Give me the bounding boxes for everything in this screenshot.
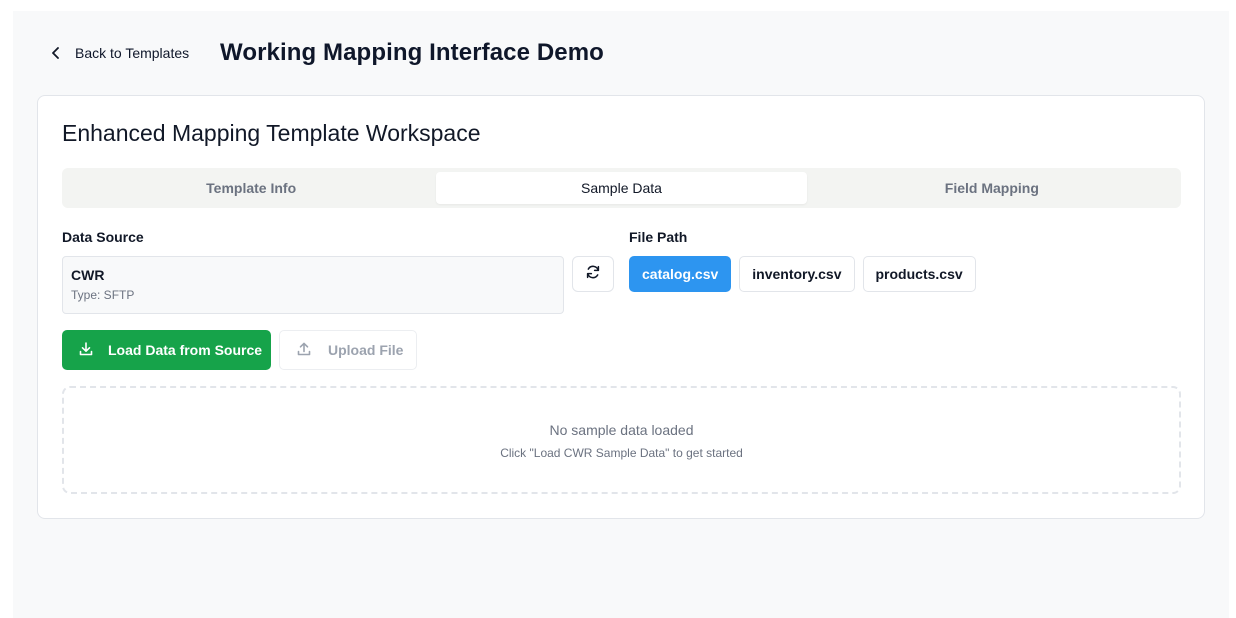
empty-state-hint: Click "Load CWR Sample Data" to get star…	[500, 446, 743, 460]
file-option-catalog[interactable]: catalog.csv	[629, 256, 732, 292]
data-source-label: Data Source	[62, 229, 144, 245]
chevron-left-icon	[49, 46, 63, 60]
data-source-name: CWR	[71, 267, 105, 283]
load-data-label: Load Data from Source	[108, 342, 263, 358]
tab-template-info[interactable]: Template Info	[66, 172, 436, 204]
download-icon	[78, 341, 94, 360]
file-option-products[interactable]: products.csv	[862, 256, 976, 292]
tab-bar: Template Info Sample Data Field Mapping	[62, 168, 1181, 208]
upload-icon	[296, 341, 312, 360]
workspace-title: Enhanced Mapping Template Workspace	[62, 120, 481, 146]
empty-state-title: No sample data loaded	[549, 422, 694, 438]
refresh-icon	[585, 264, 601, 285]
back-link-label: Back to Templates	[75, 45, 190, 61]
tab-sample-data[interactable]: Sample Data	[436, 172, 807, 204]
load-data-button[interactable]: Load Data from Source	[62, 330, 271, 370]
sample-data-empty-state: No sample data loaded Click "Load CWR Sa…	[62, 386, 1181, 494]
file-path-label: File Path	[629, 229, 688, 245]
upload-file-label: Upload File	[328, 342, 404, 358]
workspace-card: Enhanced Mapping Template Workspace Temp…	[37, 95, 1205, 519]
data-source-type: Type: SFTP	[71, 288, 135, 302]
data-source-select[interactable]: CWR Type: SFTP	[62, 256, 564, 314]
file-path-options: catalog.csv inventory.csv products.csv	[629, 256, 976, 292]
tab-field-mapping[interactable]: Field Mapping	[807, 172, 1177, 204]
file-option-inventory[interactable]: inventory.csv	[739, 256, 855, 292]
upload-file-button[interactable]: Upload File	[279, 330, 417, 370]
page-title: Working Mapping Interface Demo	[220, 39, 604, 66]
app-frame: Back to Templates Working Mapping Interf…	[13, 11, 1229, 618]
refresh-button[interactable]	[572, 256, 614, 292]
back-to-templates-link[interactable]: Back to Templates	[49, 41, 189, 65]
header: Back to Templates Working Mapping Interf…	[13, 11, 1229, 95]
